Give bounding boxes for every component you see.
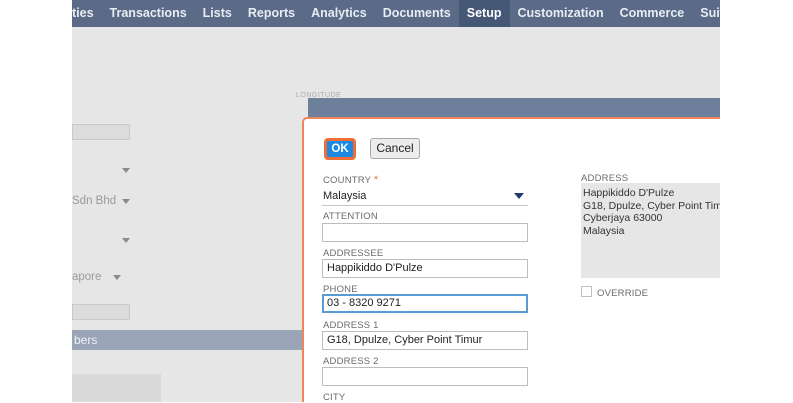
addressee-field[interactable]: Happikiddo D'Pulze bbox=[322, 259, 528, 278]
attention-field[interactable] bbox=[322, 223, 528, 242]
address1-field[interactable]: G18, Dpulze, Cyber Point Timur bbox=[322, 331, 528, 350]
nav-item-reports[interactable]: Reports bbox=[240, 0, 303, 27]
ok-button[interactable]: OK bbox=[324, 138, 356, 160]
address-line: Cyberjaya 63000 bbox=[583, 212, 663, 224]
addressee-label: ADDRESSEE bbox=[323, 248, 384, 259]
override-checkbox[interactable] bbox=[581, 286, 592, 297]
nav-item-activities[interactable]: ties bbox=[72, 0, 102, 27]
background-select-value: Sdn Bhd bbox=[72, 195, 117, 207]
address2-field[interactable] bbox=[322, 367, 528, 386]
chevron-down-icon bbox=[122, 237, 130, 243]
background-select-sdn: Sdn Bhd bbox=[72, 192, 131, 210]
nav-item-lists[interactable]: Lists bbox=[195, 0, 240, 27]
address-line: Malaysia bbox=[583, 224, 625, 237]
address-line: G18, Dpulze, Cyber Point Timur bbox=[583, 199, 720, 212]
chevron-down-icon bbox=[113, 274, 122, 280]
chevron-down-icon bbox=[514, 193, 524, 199]
nav-item-setup[interactable]: Setup bbox=[458, 0, 510, 27]
required-mark: * bbox=[373, 174, 379, 186]
cancel-button[interactable]: Cancel bbox=[370, 138, 420, 159]
nav-item-suiteapps[interactable]: SuiteApps bbox=[692, 0, 720, 27]
chevron-down-icon bbox=[122, 167, 130, 173]
background-select bbox=[72, 231, 130, 249]
nav-item-analytics[interactable]: Analytics bbox=[303, 0, 375, 27]
address-preview: Happikiddo D'Pulze G18, Dpulze, Cyber Po… bbox=[581, 183, 720, 278]
city-label: CITY bbox=[323, 392, 346, 403]
nav-item-customization[interactable]: Customization bbox=[510, 0, 612, 27]
address-line: Happikiddo D'Pulze bbox=[583, 187, 675, 199]
nav-item-commerce[interactable]: Commerce bbox=[612, 0, 693, 27]
top-navigation: ties Transactions Lists Reports Analytic… bbox=[72, 0, 720, 27]
background-box bbox=[72, 374, 161, 402]
country-select-underline bbox=[322, 205, 528, 206]
dialog-header bbox=[308, 98, 720, 117]
country-select-value: Malaysia bbox=[323, 190, 367, 202]
country-label: COUNTRY * bbox=[323, 174, 378, 186]
background-select-apore: apore bbox=[72, 268, 122, 286]
country-label-text: COUNTRY bbox=[323, 175, 372, 186]
country-select[interactable]: Malaysia bbox=[322, 187, 528, 205]
phone-field[interactable]: 03 - 8320 9271 bbox=[322, 294, 528, 313]
nav-item-transactions[interactable]: Transactions bbox=[102, 0, 195, 27]
address1-label: ADDRESS 1 bbox=[323, 320, 379, 331]
background-section-band: bers bbox=[72, 330, 306, 350]
background-select-value: apore bbox=[72, 271, 102, 283]
nav-item-documents[interactable]: Documents bbox=[375, 0, 459, 27]
address2-label: ADDRESS 2 bbox=[323, 356, 379, 367]
override-label: OVERRIDE bbox=[597, 288, 649, 299]
background-field bbox=[72, 124, 130, 140]
background-select bbox=[72, 161, 130, 179]
attention-label: ATTENTION bbox=[323, 211, 378, 222]
background-field bbox=[72, 304, 130, 320]
chevron-down-icon bbox=[122, 198, 131, 204]
